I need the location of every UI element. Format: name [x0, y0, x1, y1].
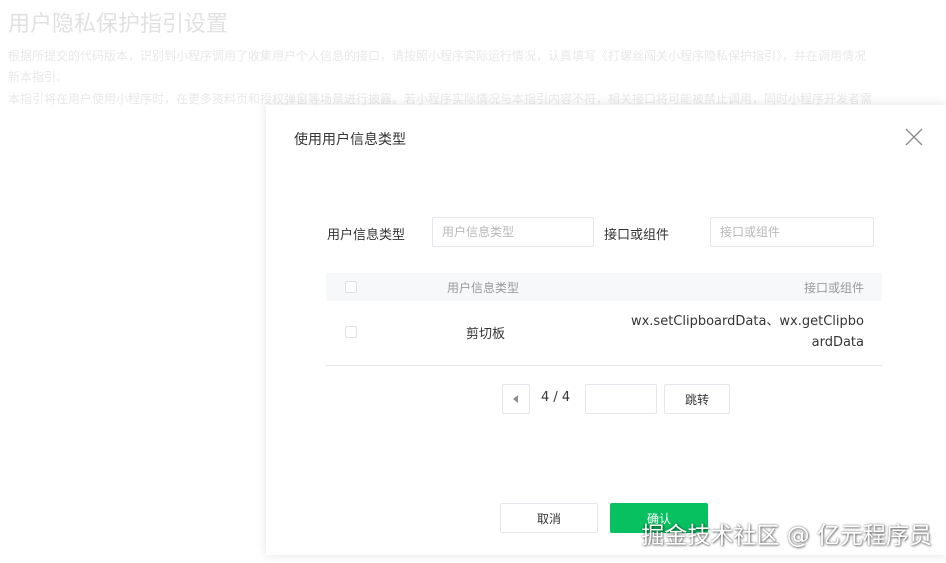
- cancel-button[interactable]: 取消: [500, 503, 598, 533]
- column-header-api: 接口或组件: [803, 281, 864, 295]
- user-info-table: 用户信息类型 接口或组件 剪切板 wx.setClipboardData、wx.…: [326, 273, 882, 366]
- select-all-checkbox[interactable]: [345, 281, 357, 293]
- table-header: 用户信息类型 接口或组件: [326, 273, 882, 301]
- table-row: 剪切板 wx.setClipboardData、wx.getClipboardD…: [326, 301, 882, 366]
- column-header-type: 用户信息类型: [447, 281, 520, 295]
- close-icon[interactable]: [904, 127, 924, 147]
- page-jump-button[interactable]: 跳转: [664, 384, 730, 414]
- user-info-type-dialog: 使用用户信息类型 用户信息类型 接口或组件 用户信息类型 接口或组件 剪切板 w…: [266, 105, 946, 555]
- page-jump-input[interactable]: [585, 384, 657, 414]
- page-indicator: 4 / 4: [541, 390, 571, 405]
- row-api-cell: wx.setClipboardData、wx.getClipboardData: [630, 314, 864, 350]
- dialog-title: 使用用户信息类型: [294, 132, 406, 148]
- chevron-left-icon: [513, 395, 518, 403]
- api-component-label: 接口或组件: [604, 228, 670, 243]
- api-component-input[interactable]: [710, 217, 874, 247]
- user-info-type-input[interactable]: [432, 217, 594, 247]
- watermark-text: 掘金技术社区 @ 亿元程序员: [641, 523, 932, 549]
- user-info-type-label: 用户信息类型: [327, 228, 406, 243]
- row-type-cell: 剪切板: [466, 327, 506, 342]
- prev-page-button[interactable]: [502, 384, 530, 414]
- row-checkbox[interactable]: [345, 326, 357, 338]
